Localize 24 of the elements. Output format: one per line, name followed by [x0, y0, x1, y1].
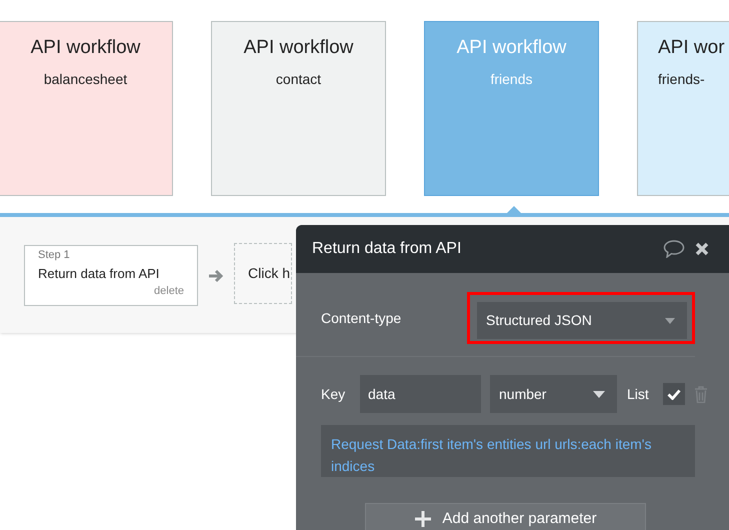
caret-icon — [665, 318, 675, 324]
workflow-card[interactable]: API workflow contact — [211, 21, 386, 196]
content-type-dropdown[interactable]: Structured JSON — [477, 302, 687, 339]
workflow-card[interactable]: API wor friends- — [637, 21, 729, 196]
content-type-label: Content-type — [321, 308, 402, 328]
close-icon[interactable] — [695, 242, 709, 256]
add-parameter-button[interactable]: Add another parameter — [365, 503, 646, 530]
checkmark-icon — [666, 388, 681, 400]
key-label: Key — [321, 384, 346, 404]
step-action: Return data from API — [38, 264, 160, 282]
list-checkbox[interactable] — [662, 383, 685, 405]
panel-title: Return data from API — [312, 239, 462, 259]
plus-icon — [414, 510, 432, 528]
key-field[interactable]: data — [360, 375, 481, 413]
step-label: Step 1 — [38, 248, 71, 263]
list-label: List — [627, 384, 649, 404]
workflow-card[interactable]: API workflow balancesheet — [0, 21, 173, 196]
type-dropdown[interactable]: number — [490, 375, 617, 413]
comment-icon[interactable] — [663, 240, 685, 258]
arrow-right-icon — [208, 268, 224, 282]
add-step-box[interactable]: Click h — [234, 243, 292, 304]
caret-icon — [593, 390, 605, 398]
step-card[interactable]: Step 1 Return data from API delete — [24, 245, 198, 306]
delete-link[interactable]: delete — [154, 283, 184, 300]
